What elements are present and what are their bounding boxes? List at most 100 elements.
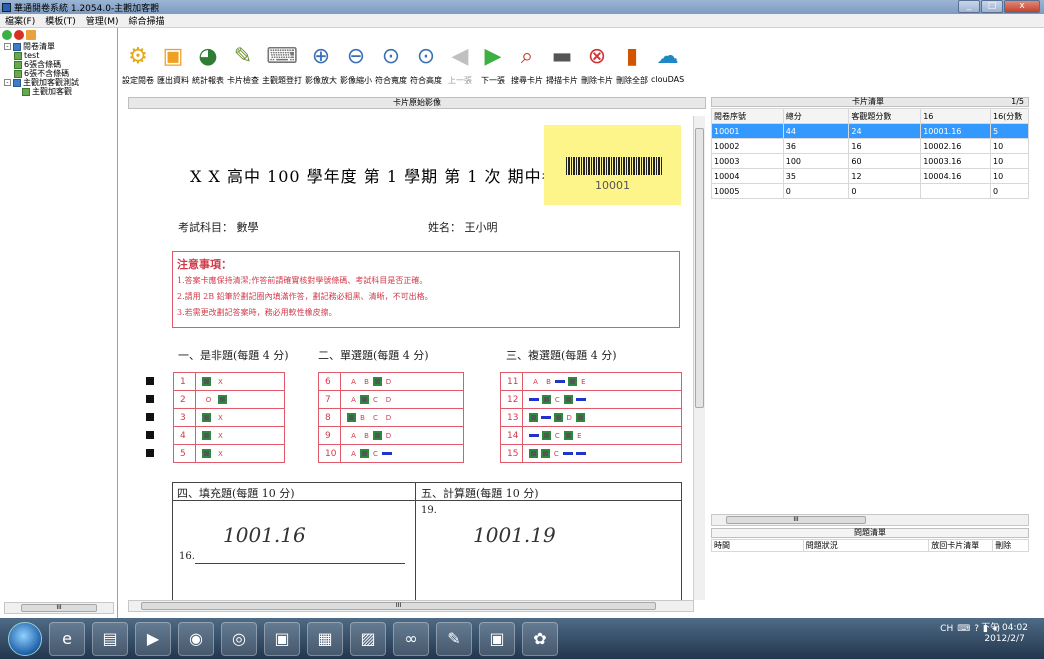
filled-mark (563, 394, 573, 404)
table-row[interactable]: 10005 0 0 0 (711, 183, 1029, 199)
single-choice-table: 6ABD 7ACD 8BCD 9ABD 10 A C (318, 372, 464, 463)
prev-card-button[interactable]: ◀ 上一張 (445, 42, 475, 94)
edit-icon[interactable]: ✎ (436, 621, 472, 656)
delete-card-button[interactable]: ⊗ 刪除卡片 (581, 42, 613, 94)
column-header[interactable]: 16(分數 (990, 108, 1029, 124)
paint-icon[interactable]: ✿ (522, 621, 558, 656)
table-row[interactable]: 10002 36 16 10002.16 10 (711, 138, 1029, 154)
table-row[interactable]: 10003 100 60 10003.16 10 (711, 153, 1029, 169)
tree-item-test[interactable]: test (4, 51, 117, 60)
section-true-false: 一、是非題(每題 4 分) (178, 349, 289, 362)
search-card-button[interactable]: ⌕ 搜尋卡片 (511, 42, 543, 94)
answer-row: 4 X (173, 426, 285, 445)
clock[interactable]: 下午 04:02 2012/2/7 (981, 623, 1028, 645)
ie-icon[interactable]: e (49, 621, 85, 656)
written-answer-divider (415, 483, 416, 600)
export-icon: ▣ (162, 44, 184, 69)
fit-height-button[interactable]: ⊙ 符合高度 (410, 42, 442, 94)
menu-manage[interactable]: 管理(M) (81, 14, 124, 27)
collapse-icon[interactable]: - (4, 79, 11, 86)
column-header[interactable]: 問題狀況 (802, 539, 930, 552)
exam-icon (22, 87, 30, 96)
statistics-report-button[interactable]: ◕ 統計報表 (192, 42, 224, 94)
subjective-entry-button[interactable]: ⌨ 主觀題登打 (262, 42, 302, 94)
remove-icon[interactable] (14, 30, 24, 40)
fit-width-button[interactable]: ⊙ 符合寬度 (375, 42, 407, 94)
media-player-icon[interactable]: ▶ (135, 621, 171, 656)
folder-icon (13, 78, 21, 87)
scroll-thumb[interactable]: III (21, 604, 97, 612)
chrome-icon[interactable]: ◎ (221, 621, 257, 656)
keyboard-icon[interactable]: ⌨ (957, 624, 970, 634)
card-image-vscrollbar[interactable] (693, 116, 705, 600)
handwritten-answer-16: 1001.16 (223, 523, 306, 547)
calculator-icon[interactable]: ▦ (307, 621, 343, 656)
tree-item-with-barcode[interactable]: 6張含條碼 (4, 60, 117, 69)
explorer-icon[interactable]: ▤ (92, 621, 128, 656)
setup-exam-button[interactable]: ⚙ 設定閱卷 (122, 42, 154, 94)
language-indicator[interactable]: CH (940, 624, 953, 634)
network-icon[interactable]: ▣ (264, 621, 300, 656)
scroll-thumb[interactable] (695, 128, 704, 408)
notice-title: 注意事項： (177, 258, 232, 271)
card-list-title-bar: 卡片清單 1/5 (711, 97, 1029, 107)
answer-row: 9ABD (318, 426, 464, 445)
zoom-in-button[interactable]: ⊕ 影像放大 (305, 42, 337, 94)
table-row[interactable]: 10001 44 24 10001.16 5 (711, 123, 1029, 139)
collapse-icon[interactable]: - (4, 43, 11, 50)
card-list-hscrollbar[interactable]: III (711, 514, 1029, 526)
clock-date: 2012/2/7 (984, 634, 1025, 644)
add-icon[interactable] (2, 30, 12, 40)
menu-template[interactable]: 模板(T) (40, 14, 81, 27)
delete-all-button[interactable]: ▮ 刪除全部 (616, 42, 648, 94)
pie-chart-icon: ◕ (198, 44, 218, 69)
minimize-button[interactable]: _ (958, 0, 980, 13)
export-data-button[interactable]: ▣ 匯出資料 (157, 42, 189, 94)
next-card-button[interactable]: ▶ 下一張 (478, 42, 508, 94)
table-row[interactable]: 10004 35 12 10004.16 10 (711, 168, 1029, 184)
column-header[interactable]: 16 (920, 108, 991, 124)
filled-mark (360, 394, 369, 404)
exam-app-icon[interactable]: ▣ (479, 621, 515, 656)
menu-bar: 檔案(F) 模板(T) 管理(M) 綜合掃描 (0, 14, 1044, 28)
section-multiple-choice: 三、複選題(每題 4 分) (506, 349, 617, 362)
column-header[interactable]: 刪除 (992, 539, 1029, 552)
link-icon[interactable]: ∞ (393, 621, 429, 656)
zoom-out-button[interactable]: ⊖ 影像縮小 (340, 42, 372, 94)
folder-icon[interactable] (26, 30, 36, 40)
card-list-table: 閱卷序號 總分 客觀題分數 16 16(分數 10001 44 24 10001.16… (711, 108, 1029, 199)
answer-row: 6ABD (318, 372, 464, 391)
barcode-area: 10001 (544, 125, 681, 205)
screenshot-icon[interactable]: ▨ (350, 621, 386, 656)
column-header[interactable]: 總分 (782, 108, 850, 124)
tree-item-subjective-test[interactable]: - 主觀加客觀測試 (4, 78, 117, 87)
filled-mark (202, 376, 211, 386)
help-icon[interactable]: ? (974, 624, 979, 634)
column-header[interactable]: 客觀題分數 (848, 108, 922, 124)
timing-mark (146, 413, 154, 421)
erased-mark (575, 451, 586, 455)
card-image-hscrollbar[interactable]: III (128, 600, 694, 612)
close-button[interactable]: x (1004, 0, 1040, 13)
cloudas-button[interactable]: ☁ clouDAS (651, 42, 684, 94)
tree-item-subjective[interactable]: 主觀加客觀 (4, 87, 117, 96)
menu-scan[interactable]: 綜合掃描 (124, 14, 170, 27)
tree-item-no-barcode[interactable]: 6張不含條碼 (4, 69, 117, 78)
maximize-button[interactable]: □ (981, 0, 1003, 13)
tree-hscrollbar[interactable]: III (4, 602, 114, 614)
card-list-page: 1/5 (1011, 97, 1024, 106)
menu-file[interactable]: 檔案(F) (0, 14, 40, 27)
card-image-view[interactable]: X X 高中 100 學年度 第 1 學期 第 1 次 期中考 10001 考試… (128, 110, 694, 600)
column-header[interactable]: 放回卡片清單 (928, 539, 994, 552)
scroll-thumb[interactable]: III (141, 602, 656, 610)
start-button[interactable] (8, 621, 42, 656)
notice-line: 2.請用 2B 鉛筆於劃記圈內填滿作答，劃記務必粗黑、清晰，不可出格。 (177, 292, 433, 301)
scroll-thumb[interactable]: III (726, 516, 866, 524)
tree-item-root[interactable]: - 閱卷清單 (4, 42, 117, 51)
column-header[interactable]: 時間 (711, 539, 804, 552)
scan-card-button[interactable]: ▬ 掃描卡片 (546, 42, 578, 94)
card-check-button[interactable]: ✎ 卡片檢查 (227, 42, 259, 94)
firefox-icon[interactable]: ◉ (178, 621, 214, 656)
tree-label: 主觀加客觀 (32, 87, 72, 96)
column-header[interactable]: 閱卷序號 (711, 108, 784, 124)
